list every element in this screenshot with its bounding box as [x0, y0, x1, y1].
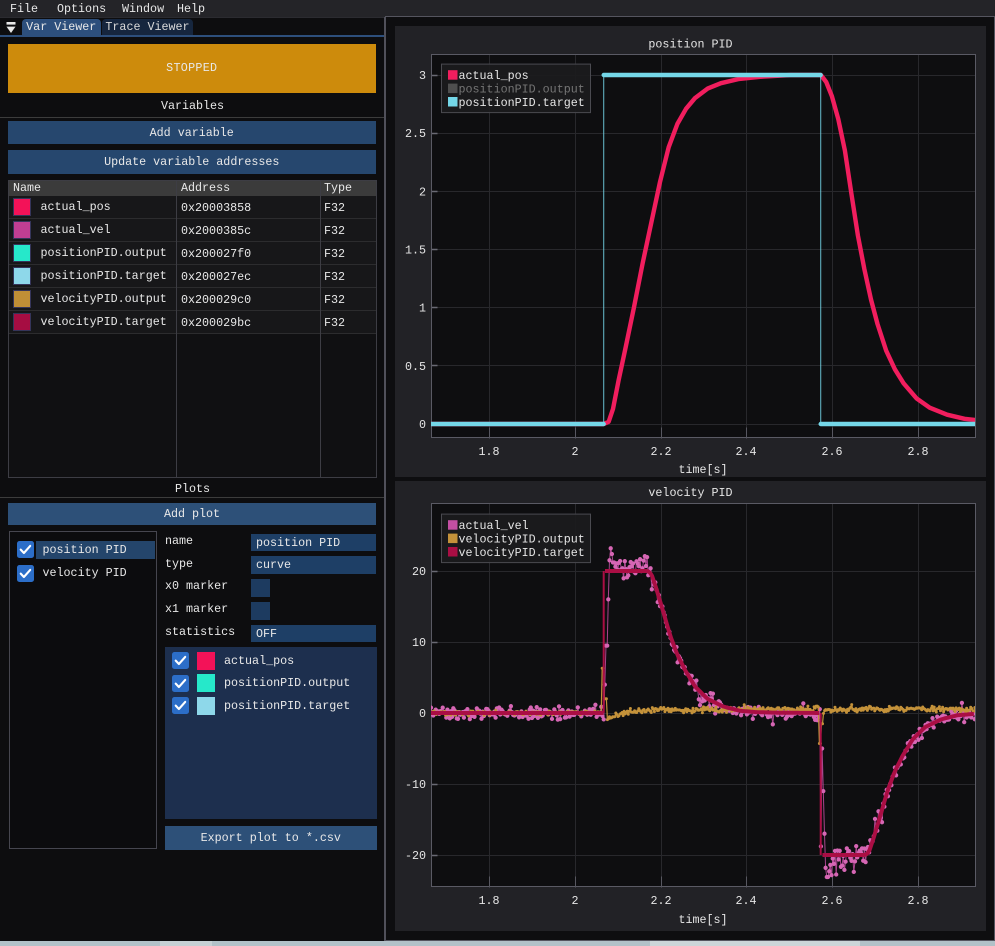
svg-text:time[s]: time[s] [678, 463, 727, 477]
svg-text:2.4: 2.4 [735, 894, 756, 908]
svg-text:position PID: position PID [648, 38, 732, 52]
svg-text:2: 2 [571, 894, 578, 908]
svg-text:-20: -20 [405, 849, 426, 863]
svg-text:velocityPID.target: velocityPID.target [459, 546, 585, 560]
svg-text:3: 3 [419, 69, 426, 83]
svg-text:1: 1 [419, 302, 426, 316]
svg-text:actual_vel: actual_vel [459, 519, 529, 533]
svg-text:0.5: 0.5 [405, 360, 426, 374]
svg-text:2.8: 2.8 [907, 445, 928, 459]
svg-text:2.4: 2.4 [735, 445, 756, 459]
svg-text:0: 0 [419, 707, 426, 721]
svg-text:2.6: 2.6 [821, 445, 842, 459]
svg-text:2.6: 2.6 [821, 894, 842, 908]
svg-text:2.2: 2.2 [650, 894, 671, 908]
svg-text:2.5: 2.5 [405, 127, 426, 141]
svg-text:positionPID.output: positionPID.output [459, 83, 585, 97]
svg-text:1.5: 1.5 [405, 244, 426, 258]
svg-text:actual_pos: actual_pos [459, 69, 529, 83]
svg-text:time[s]: time[s] [678, 913, 727, 927]
svg-text:velocityPID.output: velocityPID.output [459, 533, 585, 547]
svg-text:-10: -10 [405, 778, 426, 792]
svg-text:0: 0 [419, 418, 426, 432]
svg-text:2: 2 [571, 445, 578, 459]
svg-text:10: 10 [412, 636, 426, 650]
svg-text:1.8: 1.8 [478, 445, 499, 459]
svg-text:positionPID.target: positionPID.target [459, 96, 585, 110]
svg-text:20: 20 [412, 565, 426, 579]
svg-text:2.8: 2.8 [907, 894, 928, 908]
svg-text:1.8: 1.8 [478, 894, 499, 908]
svg-text:2.2: 2.2 [650, 445, 671, 459]
svg-text:velocity PID: velocity PID [648, 486, 732, 500]
svg-text:2: 2 [419, 185, 426, 199]
